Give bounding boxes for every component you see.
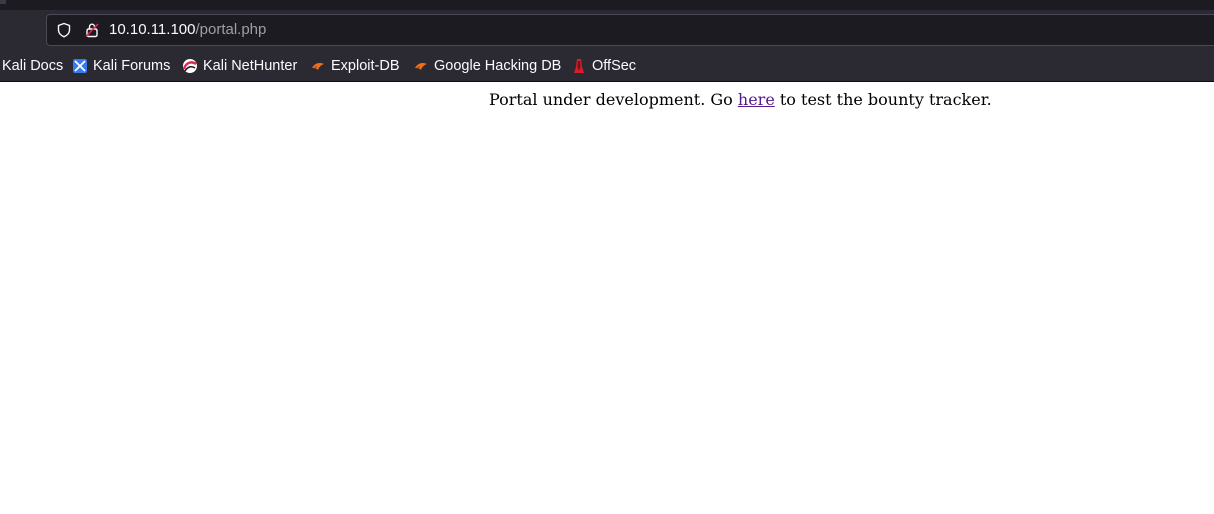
kali-forums-icon <box>73 59 87 73</box>
exploit-db-icon <box>415 63 427 70</box>
shield-icon[interactable] <box>56 22 72 38</box>
message-text-before: Portal under development. Go <box>489 90 738 109</box>
bookmark-offsec[interactable]: OffSec <box>571 51 636 81</box>
bookmark-label: Kali NetHunter <box>203 58 298 74</box>
portal-message: Portal under development. Go here to tes… <box>489 90 992 110</box>
bookmarks-toolbar: Kali Docs Kali Forums Kali NetHunter Exp… <box>0 51 1214 82</box>
bookmark-kali-nethunter[interactable]: Kali NetHunter <box>182 51 297 81</box>
bookmark-label: OffSec <box>592 58 637 74</box>
exploit-db-icon <box>312 63 324 70</box>
message-text-after: to test the bounty tracker. <box>774 90 992 109</box>
url-host: 10.10.11.100 <box>109 21 196 38</box>
bookmark-label: Kali Forums <box>93 58 171 74</box>
page-content: Portal under development. Go here to tes… <box>0 82 1214 514</box>
window-top-strip <box>0 0 1214 10</box>
address-bar[interactable]: 10.10.11.100/portal.php <box>46 14 1214 46</box>
bounty-tracker-link[interactable]: here <box>738 90 775 109</box>
bookmark-kali-docs[interactable]: Kali Docs <box>2 51 63 81</box>
bookmark-label: Exploit-DB <box>331 58 400 74</box>
offsec-icon <box>574 59 584 73</box>
url-text[interactable]: 10.10.11.100/portal.php <box>109 21 266 39</box>
url-path: /portal.php <box>195 21 267 38</box>
bookmark-google-hacking-db[interactable]: Google Hacking DB <box>413 51 561 81</box>
bookmark-label: Google Hacking DB <box>434 58 562 74</box>
bookmark-exploit-db[interactable]: Exploit-DB <box>310 51 400 81</box>
bookmark-label: Kali Docs <box>2 58 64 74</box>
nethunter-icon <box>182 59 197 73</box>
bookmark-kali-forums[interactable]: Kali Forums <box>72 51 170 81</box>
tab-edge <box>0 0 6 4</box>
insecure-lock-icon[interactable] <box>84 22 100 38</box>
